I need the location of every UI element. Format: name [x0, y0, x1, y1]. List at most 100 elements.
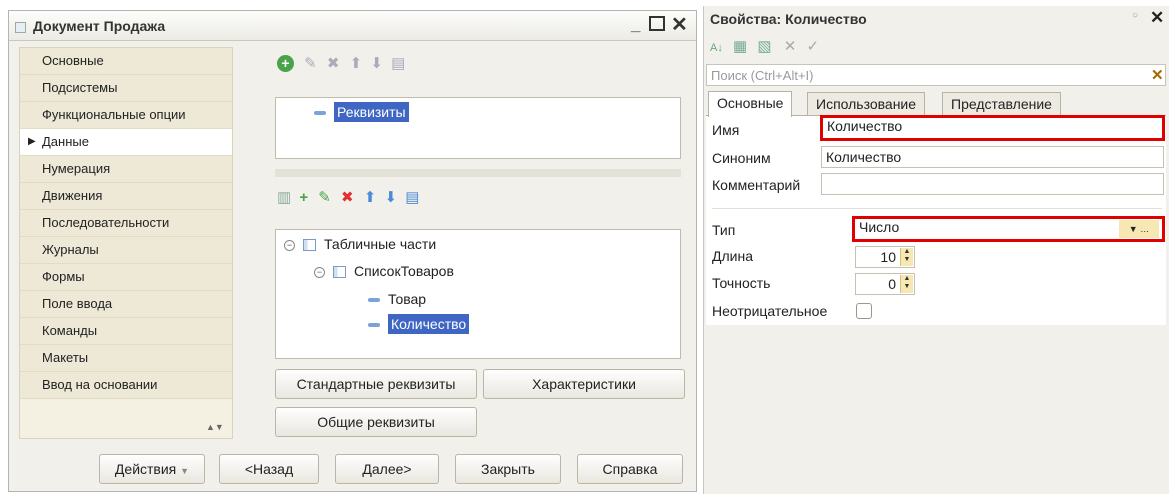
- nav-item-label: Данные: [42, 134, 89, 149]
- edit-icon[interactable]: ✎: [318, 189, 331, 206]
- common-requisites-button[interactable]: Общие реквизиты: [275, 407, 477, 437]
- collapse-icon[interactable]: −: [284, 239, 295, 251]
- help-button[interactable]: Справка: [577, 454, 683, 484]
- nav-item-templates[interactable]: Макеты: [20, 345, 232, 372]
- sort-alpha-icon[interactable]: A↓: [710, 42, 723, 54]
- triangle-right-icon: ▶: [28, 136, 36, 147]
- nav-item-label: Поле ввода: [42, 296, 113, 311]
- move-down-icon[interactable]: ⬇: [385, 189, 398, 206]
- name-label: Имя: [712, 122, 740, 138]
- delete-icon[interactable]: ✖: [341, 189, 354, 206]
- nav-item-data[interactable]: ▶ Данные: [20, 129, 232, 156]
- tab-usage[interactable]: Использование: [807, 92, 926, 116]
- collapse-icon[interactable]: −: [314, 266, 325, 278]
- properties-panel: Свойства: Количество ○ ✕ A↓ ▦ ▧ ✕ ✓ Поис…: [703, 6, 1169, 494]
- close-button[interactable]: Закрыть: [455, 454, 561, 484]
- length-label: Длина: [712, 248, 753, 264]
- bottom-bar: Действия ▼ <Назад Далее> Закрыть Справка: [9, 447, 696, 491]
- add-icon[interactable]: +: [277, 55, 294, 72]
- nav-item-forms[interactable]: Формы: [20, 264, 232, 291]
- precision-field[interactable]: 0 ▲ ▼: [855, 273, 915, 295]
- nonnegative-checkbox[interactable]: [856, 303, 872, 319]
- tree-item-product-list[interactable]: − СписокТоваров: [314, 263, 454, 279]
- maximize-icon[interactable]: [649, 16, 665, 31]
- type-value: Число: [859, 219, 900, 235]
- nav-item-label: Макеты: [42, 350, 89, 365]
- tree-item-requisites[interactable]: Реквизиты: [314, 102, 409, 122]
- edit-icon[interactable]: ✎: [304, 55, 317, 72]
- window-title: Документ Продажа: [33, 18, 166, 34]
- delete-icon[interactable]: ✖: [327, 55, 340, 72]
- type-label: Тип: [712, 222, 736, 238]
- search-input[interactable]: Поиск (Ctrl+Alt+I) ✕: [706, 64, 1166, 86]
- requisites-tree: Реквизиты: [275, 97, 681, 159]
- nav-item-main[interactable]: Основные: [20, 48, 232, 75]
- clear-search-icon[interactable]: ✕: [1151, 66, 1164, 84]
- close-icon[interactable]: ✕: [671, 15, 688, 35]
- attribute-icon: [368, 298, 380, 303]
- properties-title-bar: Свойства: Количество ○ ✕: [704, 6, 1170, 32]
- splitter[interactable]: [275, 169, 681, 177]
- sort-icon[interactable]: ▤: [391, 55, 405, 72]
- name-field[interactable]: Количество: [820, 115, 1165, 141]
- synonym-label: Синоним: [712, 150, 771, 166]
- filter-icon[interactable]: ▧: [757, 38, 771, 55]
- add-table-icon[interactable]: ▥: [277, 189, 291, 206]
- data-panel: + ✎ ✖ ⬆ ⬇ ▤ Реквизиты ▥ + ✎ ✖ ⬆ ⬇ ▤ − Таб…: [241, 47, 688, 439]
- tree-item-label: СписокТоваров: [354, 263, 454, 279]
- nav-item-journals[interactable]: Журналы: [20, 237, 232, 264]
- properties-toolbar: A↓ ▦ ▧ ✕ ✓: [710, 38, 819, 57]
- standard-requisites-button[interactable]: Стандартные реквизиты: [275, 369, 477, 399]
- check-icon[interactable]: ✓: [806, 38, 819, 55]
- move-up-icon[interactable]: ⬆: [350, 55, 363, 72]
- length-field[interactable]: 10 ▲ ▼: [855, 246, 915, 268]
- nav-item-commands[interactable]: Команды: [20, 318, 232, 345]
- table-icon: [303, 239, 316, 252]
- clear-icon[interactable]: ✕: [784, 38, 797, 55]
- back-button[interactable]: <Назад: [219, 454, 319, 484]
- nav-item-label: Последовательности: [42, 215, 170, 230]
- characteristics-button[interactable]: Характеристики: [483, 369, 685, 399]
- categorize-icon[interactable]: ▦: [733, 38, 747, 55]
- tree-item-label: Табличные части: [324, 236, 437, 252]
- spinner-icon[interactable]: ▲ ▼: [900, 248, 913, 266]
- move-up-icon[interactable]: ⬆: [364, 189, 377, 206]
- synonym-field[interactable]: Количество: [821, 146, 1164, 168]
- type-field[interactable]: Число ▼ …: [852, 216, 1165, 242]
- tab-main[interactable]: Основные: [708, 91, 793, 117]
- divider: [712, 208, 1162, 209]
- nav-item-subsystems[interactable]: Подсистемы: [20, 75, 232, 102]
- tree-item-quantity[interactable]: Количество: [368, 314, 470, 334]
- attribute-icon: [314, 111, 326, 116]
- tab-presentation[interactable]: Представление: [942, 92, 1061, 116]
- nav-item-numbering[interactable]: Нумерация: [20, 156, 232, 183]
- requisites-toolbar: + ✎ ✖ ⬆ ⬇ ▤: [277, 55, 405, 73]
- minimize-icon[interactable]: _: [631, 15, 640, 35]
- move-down-icon[interactable]: ⬇: [370, 55, 383, 72]
- pin-icon[interactable]: ○: [1132, 10, 1138, 21]
- sort-icon[interactable]: ▤: [405, 189, 419, 206]
- tree-item-tabular-parts[interactable]: − Табличные части: [284, 236, 436, 252]
- nav-item-input-field[interactable]: Поле ввода: [20, 291, 232, 318]
- dropdown-icon[interactable]: ▼ …: [1119, 220, 1159, 238]
- document-icon: [15, 22, 26, 33]
- nav-item-functional-options[interactable]: Функциональные опции: [20, 102, 232, 129]
- nav-item-sequences[interactable]: Последовательности: [20, 210, 232, 237]
- tree-item-product[interactable]: Товар: [368, 291, 426, 307]
- nav-item-label: Нумерация: [42, 161, 111, 176]
- nav-item-input-by-basis[interactable]: Ввод на основании: [20, 372, 232, 399]
- section-nav: Основные Подсистемы Функциональные опции…: [19, 47, 233, 439]
- comment-field[interactable]: [821, 173, 1164, 195]
- actions-button[interactable]: Действия ▼: [99, 454, 205, 484]
- spinner-icon[interactable]: ▲ ▼: [900, 275, 913, 293]
- precision-label: Точность: [712, 275, 771, 291]
- nav-item-movements[interactable]: Движения: [20, 183, 232, 210]
- tree-item-label: Количество: [388, 314, 470, 334]
- tree-item-label: Реквизиты: [334, 102, 409, 122]
- object-editor-window: Документ Продажа _ ✕ Основные Подсистемы…: [8, 10, 697, 492]
- scroll-arrows-icon[interactable]: ▲▼: [206, 422, 224, 432]
- nav-item-label: Подсистемы: [42, 80, 118, 95]
- add-column-icon[interactable]: +: [299, 189, 308, 206]
- next-button[interactable]: Далее>: [335, 454, 439, 484]
- close-icon[interactable]: ✕: [1150, 8, 1164, 28]
